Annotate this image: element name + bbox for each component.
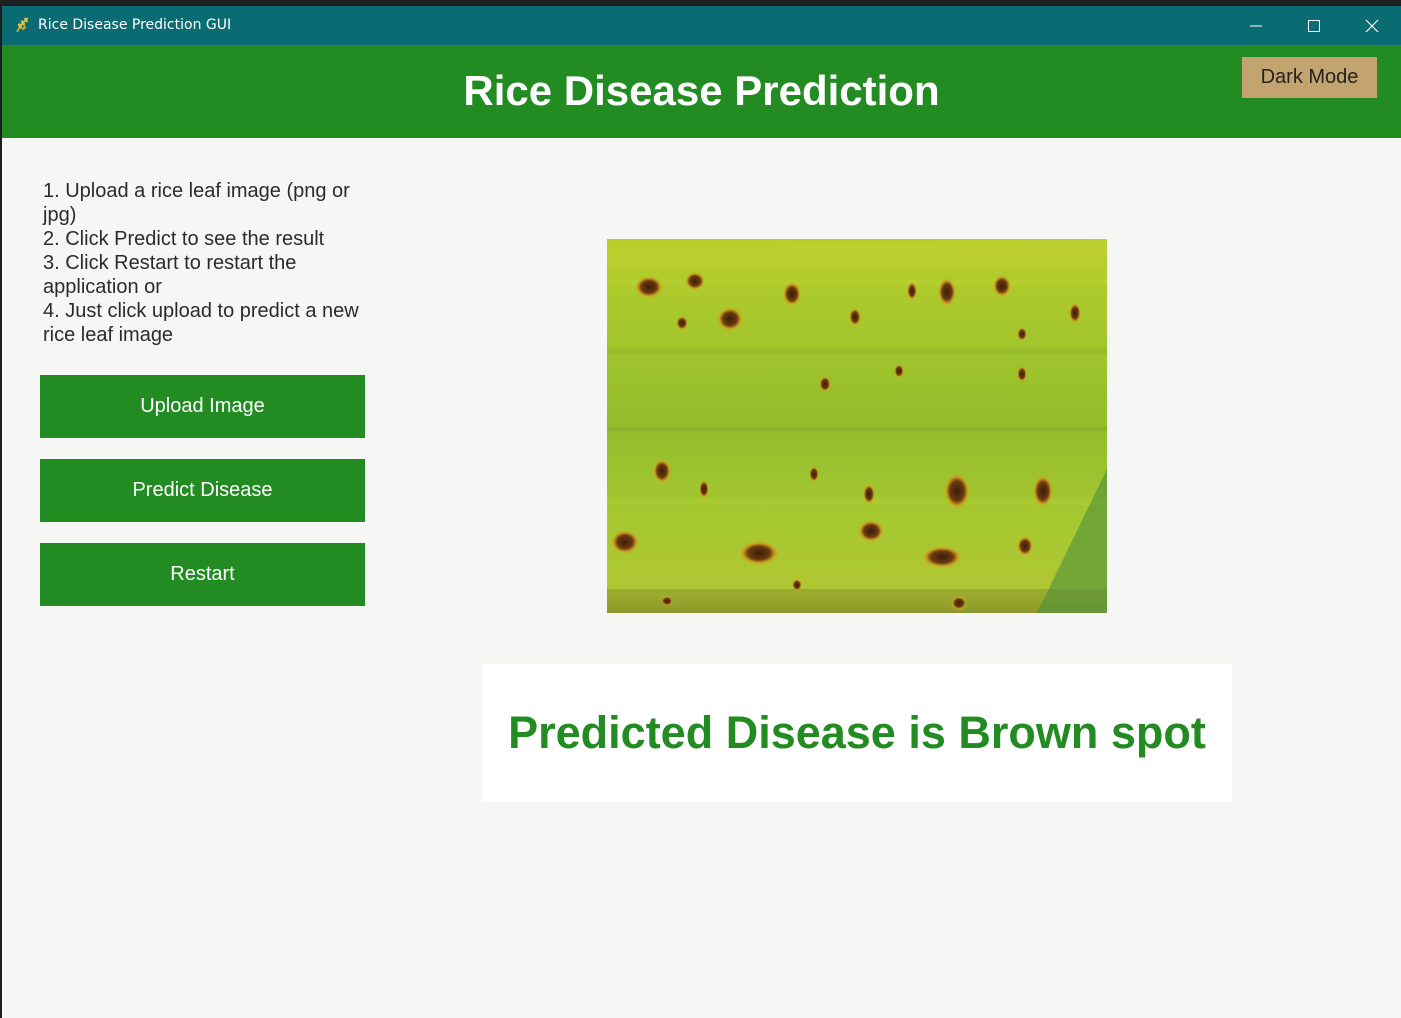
instruction-step: 2. Click Predict to see the result — [43, 228, 325, 250]
prediction-result: Predicted Disease is Brown spot — [508, 707, 1206, 758]
minimize-icon — [1250, 25, 1262, 26]
close-button[interactable] — [1343, 6, 1401, 45]
rice-leaf-image — [607, 239, 1107, 613]
instruction-step: 4. Just click upload to predict a new ri… — [43, 300, 359, 346]
title-bar[interactable]: Rice Disease Prediction GUI — [2, 6, 1401, 45]
dark-mode-button[interactable]: Dark Mode — [1242, 57, 1377, 98]
result-panel: Predicted Disease is Brown spot — [482, 664, 1232, 802]
upload-image-button[interactable]: Upload Image — [40, 375, 365, 438]
app-window: Rice Disease Prediction GUI Rice Disease… — [2, 6, 1401, 1018]
close-icon — [1365, 19, 1379, 32]
minimize-button[interactable] — [1227, 6, 1285, 45]
instruction-step: 1. Upload a rice leaf image (png or jpg) — [43, 180, 350, 226]
instruction-step: 3. Click Restart to restart the applicat… — [43, 252, 297, 298]
window-title: Rice Disease Prediction GUI — [38, 17, 232, 33]
instructions: 1. Upload a rice leaf image (png or jpg)… — [43, 179, 373, 347]
maximize-icon — [1308, 19, 1320, 32]
app-header: Rice Disease Prediction Dark Mode — [2, 45, 1401, 138]
rice-icon — [16, 17, 29, 33]
predict-disease-button[interactable]: Predict Disease — [40, 459, 365, 522]
maximize-button[interactable] — [1285, 6, 1343, 45]
page-title: Rice Disease Prediction — [463, 67, 940, 114]
restart-button[interactable]: Restart — [40, 543, 365, 606]
